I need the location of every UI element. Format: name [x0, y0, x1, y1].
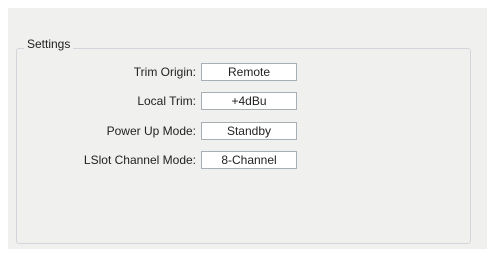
trim-origin-label: Trim Origin: [133, 65, 196, 79]
lslot-channel-mode-value: 8-Channel [201, 151, 297, 169]
local-trim-row: Local Trim: +4dBu [0, 92, 320, 110]
trim-origin-row: Trim Origin: Remote [0, 63, 320, 81]
settings-group-title: Settings [24, 37, 74, 51]
lslot-channel-mode-row: LSlot Channel Mode: 8-Channel [0, 151, 320, 169]
power-up-mode-label: Power Up Mode: [106, 124, 196, 138]
local-trim-label: Local Trim: [137, 94, 196, 108]
local-trim-value: +4dBu [201, 92, 297, 110]
power-up-mode-row: Power Up Mode: Standby [0, 122, 320, 140]
power-up-mode-value: Standby [201, 122, 297, 140]
trim-origin-value: Remote [201, 63, 297, 81]
lslot-channel-mode-label: LSlot Channel Mode: [83, 153, 196, 167]
